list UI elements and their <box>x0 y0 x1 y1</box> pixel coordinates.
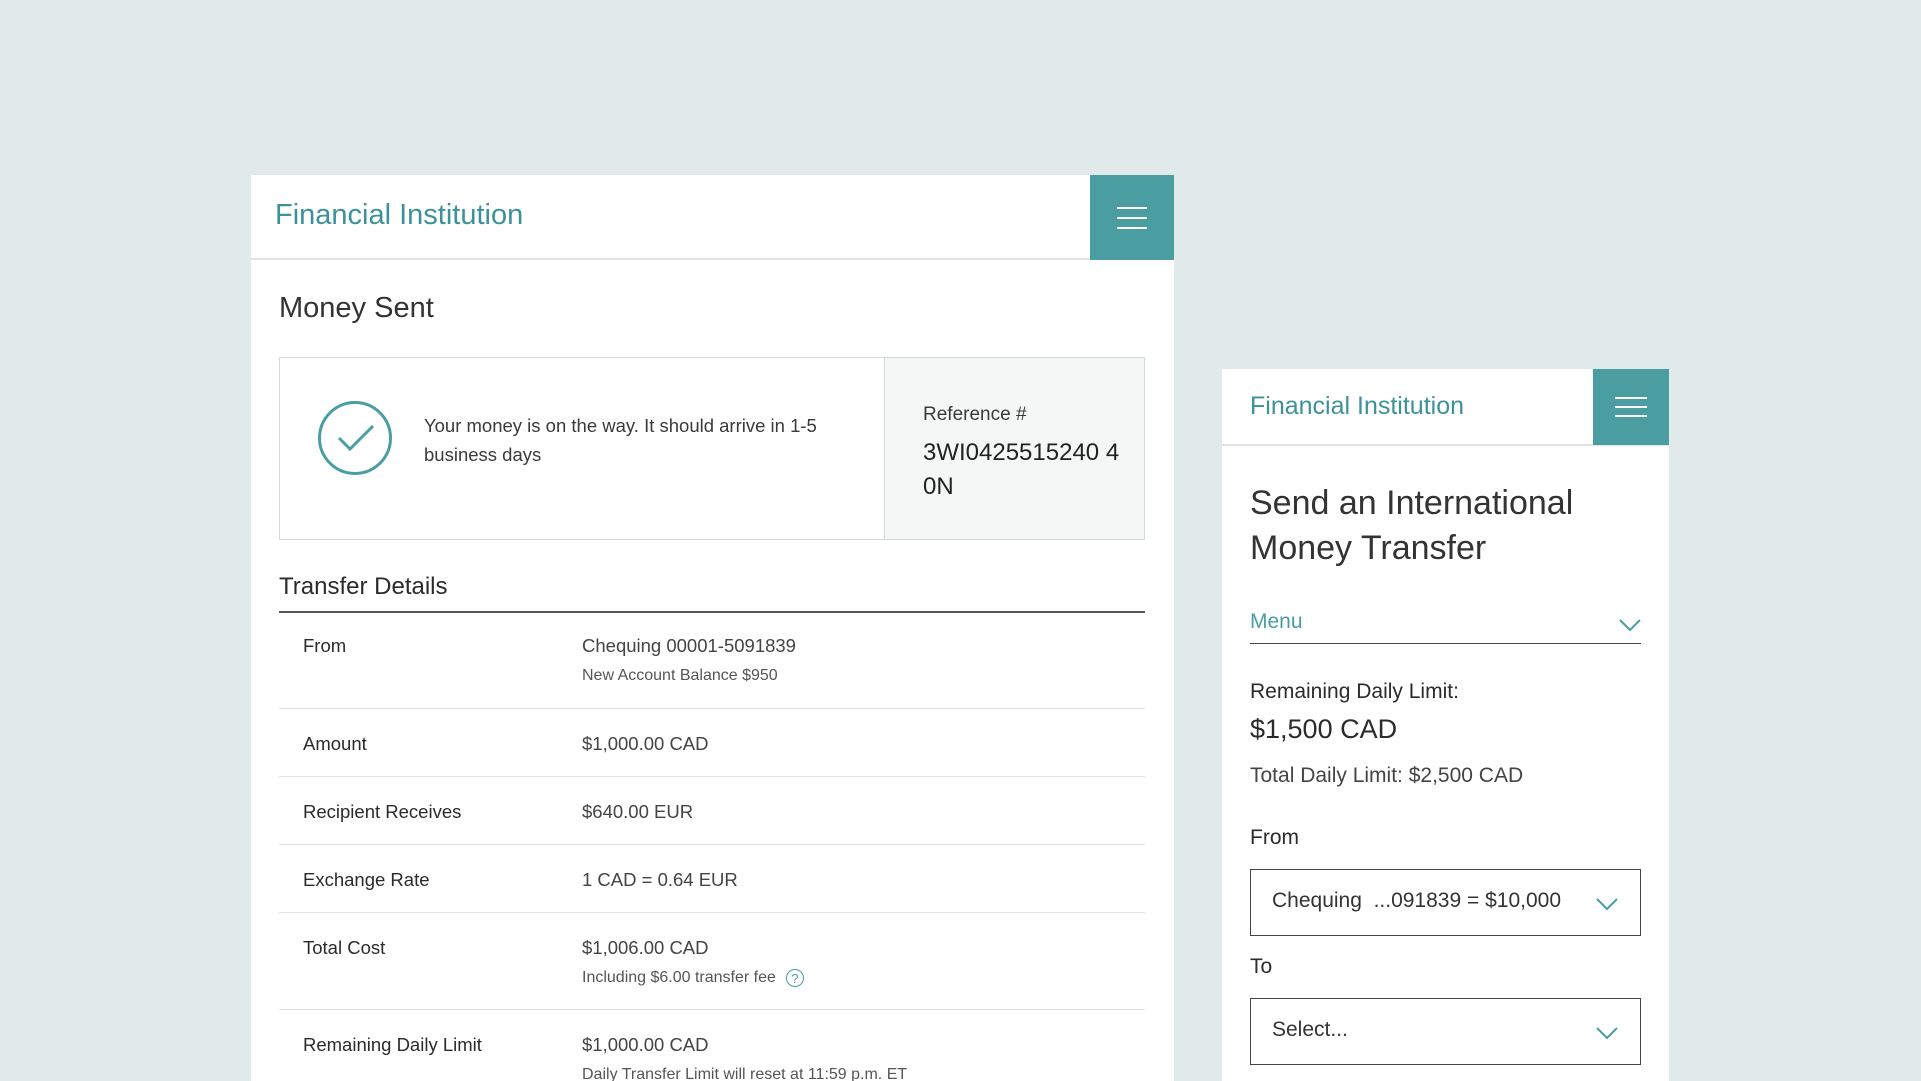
detail-subtext: New Account Balance $950 <box>582 667 778 684</box>
chevron-down-icon <box>1596 1027 1618 1040</box>
remaining-limit-label: Remaining Daily Limit: <box>1250 680 1459 703</box>
detail-value: $640.00 EUR <box>582 801 694 822</box>
hamburger-menu-button[interactable] <box>1090 175 1174 260</box>
detail-row-recipient-receives: Recipient Receives $640.00 EUR <box>279 777 1145 845</box>
confirmation-message-area: Your money is on the way. It should arri… <box>280 358 885 539</box>
check-circle-icon <box>318 401 392 475</box>
reference-area: Reference # 3WI0425515240 40N <box>885 358 1144 539</box>
detail-value: Chequing 00001-5091839 <box>582 635 796 656</box>
to-label: To <box>1250 955 1273 978</box>
send-transfer-card: Financial Institution Send an Internatio… <box>1222 369 1669 1081</box>
question-circle-icon[interactable]: ? <box>785 969 804 987</box>
detail-subtext: Daily Transfer Limit will reset at 11:59… <box>582 1066 908 1081</box>
detail-value: $1,000.00 CAD <box>582 1034 709 1055</box>
reference-label: Reference # <box>923 404 1027 425</box>
to-recipient-select[interactable]: Select... <box>1250 998 1641 1065</box>
detail-value: $1,000.00 CAD <box>582 733 709 754</box>
detail-label: Remaining Daily Limit <box>303 1034 482 1055</box>
confirmation-panel: Your money is on the way. It should arri… <box>279 357 1145 540</box>
page-title: Send an International Money Transfer <box>1250 484 1574 567</box>
from-account-select[interactable]: Chequing ...091839 = $10,000 <box>1250 869 1641 936</box>
detail-value: $1,006.00 CAD <box>582 937 709 958</box>
menu-dropdown-label: Menu <box>1250 610 1303 633</box>
from-label: From <box>1250 826 1299 849</box>
total-limit-text: Total Daily Limit: $2,500 CAD <box>1250 764 1524 787</box>
fee-text: Including $6.00 transfer fee <box>582 969 776 987</box>
brand-logo-text[interactable]: Financial Institution <box>275 199 523 232</box>
hamburger-icon <box>1117 206 1147 229</box>
chevron-down-icon <box>1619 619 1641 632</box>
detail-label: Total Cost <box>303 937 386 958</box>
detail-subtext-fee: Including $6.00 transfer fee? <box>582 969 804 987</box>
detail-label: Amount <box>303 733 367 754</box>
from-account-value: Chequing ...091839 = $10,000 <box>1272 889 1561 912</box>
transfer-details-list: From Chequing 00001-5091839 New Account … <box>279 612 1145 1081</box>
detail-value: 1 CAD = 0.64 EUR <box>582 869 738 890</box>
detail-row-exchange-rate: Exchange Rate 1 CAD = 0.64 EUR <box>279 845 1145 913</box>
chevron-down-icon <box>1596 898 1618 911</box>
confirmation-message: Your money is on the way. It should arri… <box>424 415 817 465</box>
reference-number: 3WI0425515240 40N <box>923 439 1120 500</box>
transfer-details-heading: Transfer Details <box>279 573 1145 613</box>
detail-label: Exchange Rate <box>303 869 430 890</box>
hamburger-menu-button[interactable] <box>1593 369 1669 445</box>
detail-label: Recipient Receives <box>303 801 462 822</box>
page-title: Money Sent <box>279 292 434 324</box>
detail-row-total-cost: Total Cost $1,006.00 CAD Including $6.00… <box>279 913 1145 1010</box>
remaining-limit-value: $1,500 CAD <box>1250 714 1398 744</box>
detail-row-remaining-limit: Remaining Daily Limit $1,000.00 CAD Dail… <box>279 1010 1145 1081</box>
detail-row-amount: Amount $1,000.00 CAD <box>279 709 1145 777</box>
detail-row-from: From Chequing 00001-5091839 New Account … <box>279 612 1145 709</box>
left-header: Financial Institution <box>251 175 1174 260</box>
money-sent-card: Financial Institution Money Sent Your mo… <box>251 175 1174 1081</box>
detail-label: From <box>303 635 347 656</box>
to-recipient-value: Select... <box>1272 1018 1348 1041</box>
right-header: Financial Institution <box>1222 369 1669 446</box>
brand-logo-text[interactable]: Financial Institution <box>1250 392 1464 421</box>
menu-dropdown[interactable]: Menu <box>1250 607 1641 644</box>
hamburger-icon <box>1615 397 1647 417</box>
